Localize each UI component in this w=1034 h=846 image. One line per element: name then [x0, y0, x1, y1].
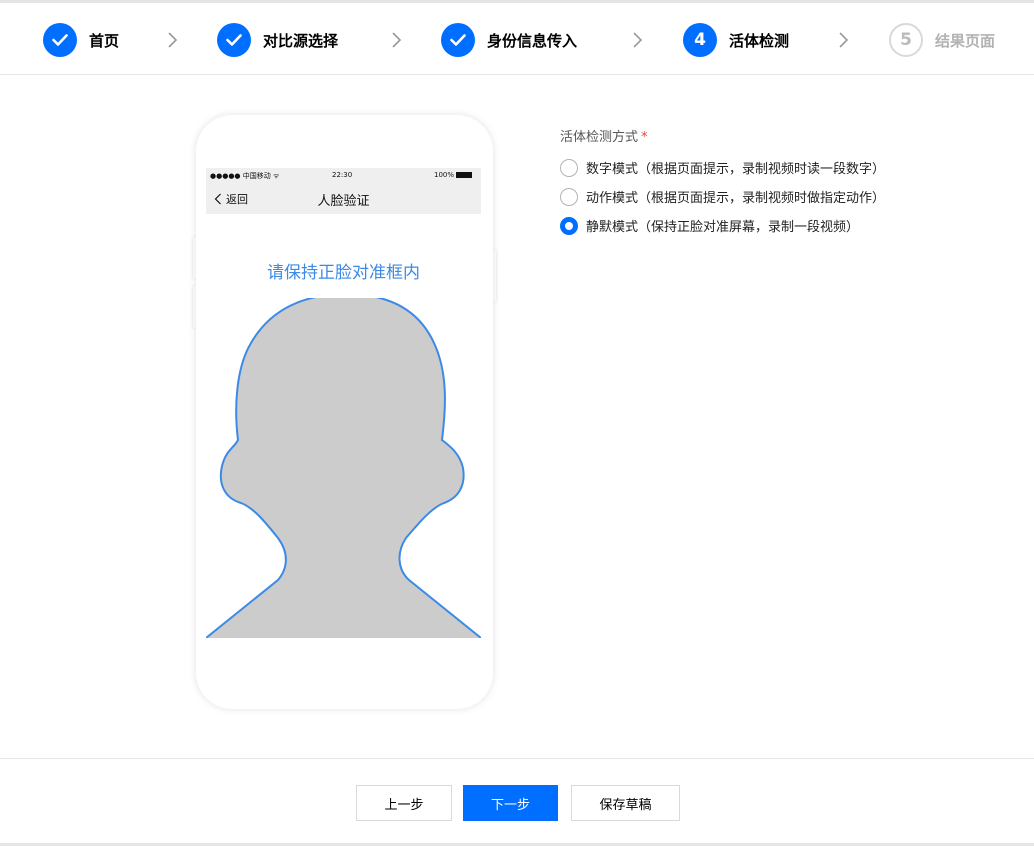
radio-option-silent[interactable]: 静默模式（保持正脸对准屏幕，录制一段视频） [560, 216, 859, 235]
step-liveness[interactable]: 4 活体检测 [683, 23, 789, 57]
step-number: 5 [889, 23, 923, 57]
step-source[interactable]: 对比源选择 [217, 23, 338, 57]
radio-label: 静默模式（保持正脸对准屏幕，录制一段视频） [586, 220, 860, 235]
chevron-right-icon [392, 32, 402, 48]
step-label: 对比源选择 [263, 31, 339, 50]
next-step-button[interactable]: 下一步 [463, 785, 558, 821]
step-label: 结果页面 [935, 31, 996, 50]
screen-bottom [206, 638, 481, 655]
phone-screen: ●●●●● 中国移动 ᯤ 22:30 100% 返回 人脸验证 请保持正脸对准框… [206, 168, 481, 655]
battery-text: 100% [434, 171, 455, 179]
chevron-right-icon [633, 32, 643, 48]
prev-step-button[interactable]: 上一步 [356, 785, 452, 821]
step-label: 身份信息传入 [487, 31, 578, 50]
radio-option-action[interactable]: 动作模式（根据页面提示，录制视频时做指定动作） [560, 187, 885, 206]
radio-option-digit[interactable]: 数字模式（根据页面提示，录制视频时读一段数字） [560, 158, 885, 177]
check-icon [217, 23, 251, 57]
step-number: 4 [683, 23, 717, 57]
radio-button-checked[interactable] [560, 216, 578, 235]
carrier-text: ●●●●● 中国移动 ᯤ [210, 172, 280, 180]
check-icon [441, 23, 475, 57]
phone-title: 人脸验证 [317, 194, 370, 209]
save-draft-button[interactable]: 保存草稿 [571, 785, 680, 821]
step-label: 活体检测 [729, 31, 790, 50]
check-icon [43, 23, 77, 57]
radio-label: 数字模式（根据页面提示，录制视频时读一段数字） [586, 162, 886, 177]
step-label: 首页 [89, 31, 120, 50]
footer-bar: 上一步 下一步 保存草稿 [0, 758, 1034, 846]
face-prompt: 请保持正脸对准框内 [267, 263, 420, 283]
chevron-right-icon [168, 32, 178, 48]
battery-indicator: 100% [434, 171, 473, 179]
time-text: 22:30 [332, 171, 353, 179]
radio-label: 动作模式（根据页面提示，录制视频时做指定动作） [586, 191, 886, 206]
phone-mockup: ●●●●● 中国移动 ᯤ 22:30 100% 返回 人脸验证 请保持正脸对准框… [196, 115, 493, 709]
liveness-mode-label-text: 活体检测方式 [560, 130, 639, 145]
step-bar: 首页 对比源选择 身份信息传入 4 活体检测 5 结果页面 [0, 3, 1034, 75]
phone-nav-bar: 返回 人脸验证 [206, 182, 481, 214]
radio-button[interactable] [560, 187, 578, 206]
status-bar: ●●●●● 中国移动 ᯤ 22:30 100% [206, 168, 481, 182]
battery-icon [456, 172, 473, 178]
step-home[interactable]: 首页 [43, 23, 119, 57]
step-identity[interactable]: 身份信息传入 [441, 23, 577, 57]
step-result[interactable]: 5 结果页面 [889, 23, 995, 57]
page: 首页 对比源选择 身份信息传入 4 活体检测 5 结果页面 ●●●●● 中国移动… [0, 0, 1034, 846]
required-mark: * [641, 130, 648, 145]
radio-button[interactable] [560, 158, 578, 177]
face-silhouette [206, 298, 481, 655]
chevron-right-icon [839, 32, 849, 48]
liveness-mode-label: 活体检测方式 * [560, 126, 648, 145]
